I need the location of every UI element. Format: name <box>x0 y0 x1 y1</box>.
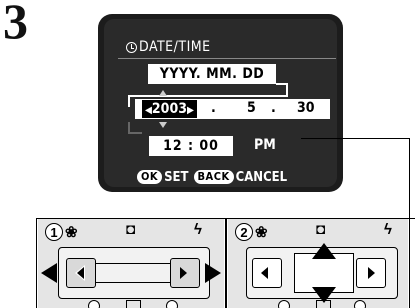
pad-center <box>96 263 170 283</box>
right-arrow-icon: ▶ <box>186 105 194 116</box>
lcd-screen: DATE/TIME YYYY. MM. DD ◀2003▶ . 5 . 30 1… <box>98 14 343 192</box>
date-format-field[interactable]: YYYY. MM. DD <box>148 64 276 84</box>
left-highlight-arrow <box>41 263 57 283</box>
cancel-label: CANCEL <box>235 169 288 185</box>
flash-icon: ϟ <box>384 221 392 238</box>
control-panel-1: 1 ❀ ◘ ϟ <box>38 219 224 308</box>
month-field[interactable]: 5 <box>247 100 256 116</box>
small-button[interactable] <box>278 300 290 308</box>
back-key-icon[interactable]: BACK <box>193 170 234 184</box>
clock-icon <box>126 41 137 53</box>
flash-icon: ϟ <box>194 221 202 238</box>
right-arrow-icon <box>368 267 375 279</box>
bracket <box>128 132 142 134</box>
bracket <box>276 83 288 95</box>
bracket <box>128 119 136 120</box>
lcd-divider <box>118 58 336 59</box>
battery-icon <box>316 300 331 308</box>
left-arrow-icon <box>261 267 268 279</box>
small-button[interactable] <box>88 300 100 308</box>
left-arrow-icon <box>77 267 84 279</box>
date-row: ◀2003▶ . 5 . 30 <box>135 99 330 119</box>
self-timer-icon: ◘ <box>316 221 326 238</box>
down-arrow-icon <box>159 122 167 128</box>
small-button[interactable] <box>166 300 178 308</box>
date-separator: . <box>211 100 216 116</box>
date-time-title-label: DATE/TIME <box>139 39 211 55</box>
step-1-badge: 1 <box>45 223 63 241</box>
ok-key-icon[interactable]: OK <box>137 170 163 184</box>
right-arrow-icon <box>180 267 187 279</box>
date-time-title: DATE/TIME <box>126 38 236 56</box>
panel-divider <box>225 218 227 308</box>
left-arrow-icon: ◀ <box>145 105 152 116</box>
macro-icon: ❀ <box>255 224 268 241</box>
callout-line <box>301 138 410 139</box>
self-timer-icon: ◘ <box>126 221 136 238</box>
control-panel-2: 2 ❀ ◘ ϟ <box>228 219 408 308</box>
small-button[interactable] <box>354 300 366 308</box>
right-highlight-arrow <box>205 263 221 283</box>
lcd-footer: OK SET BACK CANCEL <box>137 169 287 185</box>
up-highlight-arrow <box>312 243 336 259</box>
day-field[interactable]: 30 <box>297 100 315 116</box>
set-label: SET <box>164 169 189 185</box>
lcd-display: DATE/TIME YYYY. MM. DD ◀2003▶ . 5 . 30 1… <box>104 19 337 187</box>
macro-icon: ❀ <box>65 224 78 241</box>
time-field[interactable]: 12 : 00 <box>149 136 233 156</box>
date-separator: . <box>271 100 276 116</box>
up-arrow-icon <box>159 90 167 96</box>
ampm-field[interactable]: PM <box>254 137 276 153</box>
battery-icon <box>126 300 141 308</box>
year-value: 2003 <box>151 101 187 117</box>
year-field[interactable]: ◀2003▶ <box>142 100 197 118</box>
step-2-badge: 2 <box>235 223 253 241</box>
step-number: 3 <box>3 0 28 49</box>
